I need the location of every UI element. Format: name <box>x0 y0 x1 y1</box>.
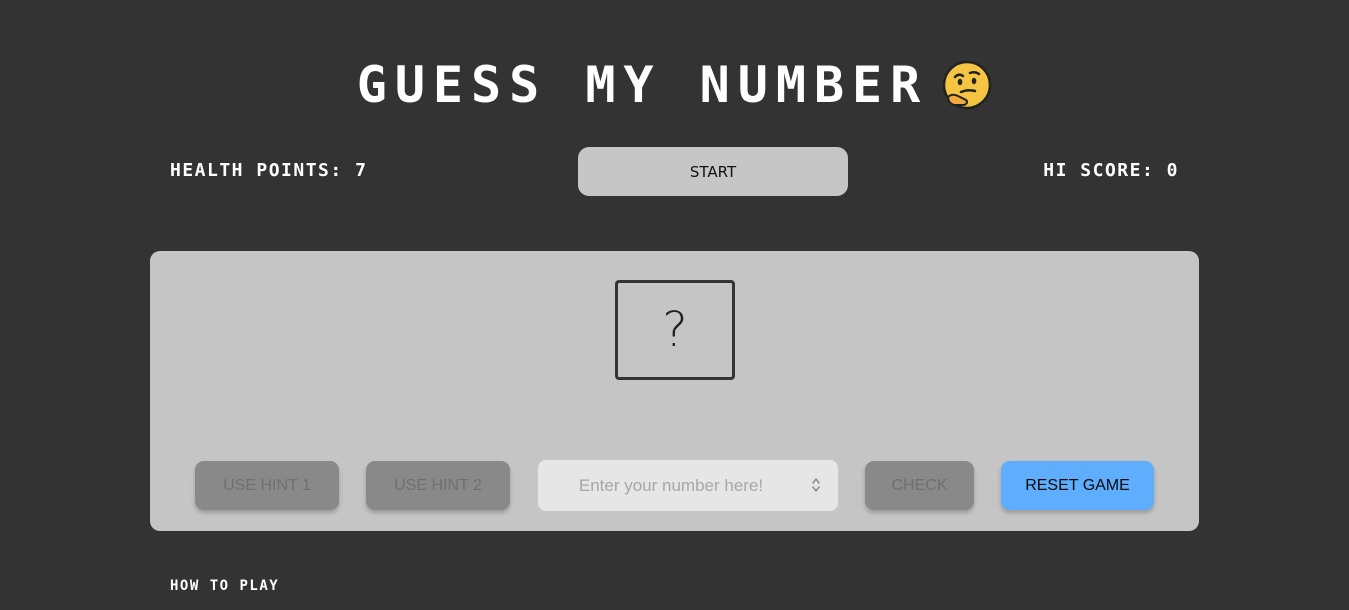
start-button[interactable]: START <box>578 147 848 196</box>
game-header: GUESS MY NUMBER <box>0 52 1349 118</box>
hi-score-label: HI SCORE: <box>1043 160 1155 181</box>
reset-game-button[interactable]: RESET GAME <box>1001 461 1154 510</box>
how-to-play-link[interactable]: HOW TO PLAY <box>170 576 279 596</box>
game-panel: ? USE HINT 1 USE HINT 2 CHECK RESET GAME <box>150 251 1199 531</box>
number-input-wrapper <box>538 460 838 511</box>
health-points-value: 7 <box>355 160 368 181</box>
thinking-face-icon <box>943 60 992 110</box>
hi-score: HI SCORE: 0 <box>1043 158 1179 184</box>
health-points: HEALTH POINTS: 7 <box>170 158 367 184</box>
use-hint-1-button[interactable]: USE HINT 1 <box>195 461 339 510</box>
hi-score-value: 0 <box>1166 160 1179 181</box>
secret-number-box: ? <box>615 280 735 380</box>
health-points-label: HEALTH POINTS: <box>170 160 343 181</box>
use-hint-2-button[interactable]: USE HINT 2 <box>366 461 510 510</box>
game-title: GUESS MY NUMBER <box>356 56 929 114</box>
number-spinner-icon[interactable] <box>811 476 821 494</box>
secret-number-display: ? <box>662 302 688 358</box>
number-input[interactable] <box>538 460 804 511</box>
check-button[interactable]: CHECK <box>865 461 974 510</box>
